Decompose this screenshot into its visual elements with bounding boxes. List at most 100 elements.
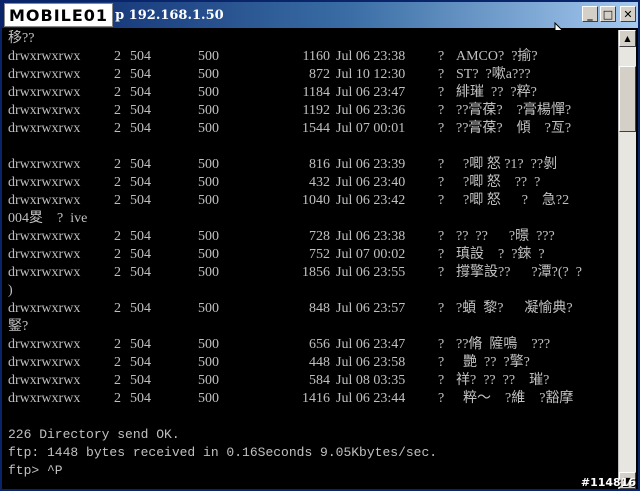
row-owner: 504 — [130, 391, 151, 406]
row-q: ? — [438, 229, 445, 244]
console-first-line: 移?? — [8, 31, 35, 46]
row-group: 500 — [198, 229, 219, 244]
row-perm: drwxrwxrwx — [8, 85, 81, 100]
row-perm: drwxrwxrwx — [8, 67, 81, 82]
row-size: 432 — [309, 175, 330, 190]
row-group: 500 — [198, 337, 219, 352]
row-name: ?唧 怒 ?1? ??剝 — [456, 157, 558, 172]
row-date: Jul 06 23:47 — [336, 337, 406, 352]
row-perm: drwxrwxrwx — [8, 337, 81, 352]
row-name: ?? ?? ?暻 ??? — [456, 229, 555, 244]
row-date: Jul 06 23:44 — [336, 391, 406, 406]
row-name: 祥? ?? ?? 璀? — [456, 373, 550, 388]
window-title: p 192.168.1.50 — [115, 7, 224, 23]
row-name: 瑱設 ? ?錸 ? — [456, 247, 545, 262]
row-size: 656 — [309, 337, 330, 352]
row-links: 2 — [114, 157, 121, 172]
row-owner: 504 — [130, 103, 151, 118]
directory-listing-row: drwxrwxrwx 2 504 500 1160 Jul 06 23:38? AMCO? … — [4, 48, 616, 66]
row-perm: drwxrwxrwx — [8, 175, 81, 190]
window-controls: _ □ ✕ — [582, 6, 636, 22]
row-owner: 504 — [130, 247, 151, 262]
row-name: ?唧 怒 ?? ? — [456, 175, 541, 190]
directory-listing-row: drwxrwxrwx 2 504 500 656 Jul 06 23:47? ??脩 隡鳴 … — [4, 336, 616, 354]
row-date: Jul 10 12:30 — [336, 67, 406, 82]
row-owner: 504 — [130, 67, 151, 82]
ftp-prompt[interactable]: ftp> ^P — [8, 462, 63, 480]
row-size: 848 — [309, 301, 330, 316]
row-links: 2 — [114, 355, 121, 370]
row-name: ??膏葆? 傾 ?亙? — [456, 121, 572, 136]
scroll-thumb[interactable] — [619, 66, 636, 132]
row-date: Jul 06 23:39 — [336, 157, 406, 172]
row-continuation: ) — [8, 283, 13, 298]
row-owner: 504 — [130, 175, 151, 190]
maximize-button[interactable]: □ — [600, 6, 616, 22]
row-owner: 504 — [130, 121, 151, 136]
row-group: 500 — [198, 355, 219, 370]
row-name: ST? ?嗽a??? — [456, 67, 531, 82]
row-q: ? — [438, 373, 445, 388]
minimize-button[interactable]: _ — [582, 6, 598, 22]
directory-listing-row: drwxrwxrwx 2 504 500 848 Jul 06 23:57? ?蝢 黎? 凝… — [4, 300, 616, 318]
directory-listing-row: drwxrwxrwx 2 504 500 1544 Jul 07 00:01? ??膏葆? … — [4, 120, 616, 138]
row-perm: drwxrwxrwx — [8, 247, 81, 262]
row-date: Jul 06 23:38 — [336, 49, 406, 64]
row-date: Jul 08 03:35 — [336, 373, 406, 388]
row-date: Jul 06 23:55 — [336, 265, 406, 280]
vertical-scrollbar[interactable]: ▲ ▼ — [618, 30, 636, 489]
row-group: 500 — [198, 175, 219, 190]
row-group: 500 — [198, 265, 219, 280]
watermark: #114816 — [580, 476, 636, 489]
row-group: 500 — [198, 247, 219, 262]
directory-listing-row: drwxrwxrwx 2 504 500 872 Jul 10 12:30? ST? ?嗽a… — [4, 66, 616, 84]
row-size: 1040 — [302, 193, 330, 208]
row-group: 500 — [198, 67, 219, 82]
row-size: 1160 — [302, 49, 330, 64]
title-bar[interactable]: MOBILE01 p 192.168.1.50 _ □ ✕ — [2, 2, 638, 28]
row-q: ? — [438, 193, 445, 208]
row-name: 艷 ?? ?擎? — [456, 355, 530, 370]
directory-listing-row: drwxrwxrwx 2 504 500 1192 Jul 06 23:36? ??膏葆? … — [4, 102, 616, 120]
row-perm: drwxrwxrwx — [8, 157, 81, 172]
row-group: 500 — [198, 49, 219, 64]
row-owner: 504 — [130, 373, 151, 388]
row-date: Jul 06 23:40 — [336, 175, 406, 190]
row-size: 1192 — [302, 103, 330, 118]
row-links: 2 — [114, 301, 121, 316]
row-group: 500 — [198, 85, 219, 100]
row-date: Jul 07 00:02 — [336, 247, 406, 262]
directory-listing-row: drwxrwxrwx 2 504 500 584 Jul 08 03:35? 祥? ?? ?… — [4, 372, 616, 390]
row-perm: drwxrwxrwx — [8, 391, 81, 406]
row-owner: 504 — [130, 265, 151, 280]
directory-listing-row: drwxrwxrwx 2 504 500 1184 Jul 06 23:47? 緋璀 ?? … — [4, 84, 616, 102]
row-links: 2 — [114, 121, 121, 136]
row-group: 500 — [198, 301, 219, 316]
row-group: 500 — [198, 157, 219, 172]
row-q: ? — [438, 391, 445, 406]
row-links: 2 — [114, 247, 121, 262]
row-owner: 504 — [130, 85, 151, 100]
row-q: ? — [438, 121, 445, 136]
row-size: 448 — [309, 355, 330, 370]
row-name: ?蝢 黎? 凝愉典? — [456, 301, 573, 316]
directory-listing-row: drwxrwxrwx 2 504 500 1856 Jul 06 23:55? 撐擎設?? … — [4, 264, 616, 282]
row-date: Jul 06 23:42 — [336, 193, 406, 208]
status-ok-line: 226 Directory send OK. — [8, 427, 180, 442]
row-size: 584 — [309, 373, 330, 388]
console-output[interactable]: 移?? drwxrwxrwx 2 504 500 1160 Jul 06 23:38? AM… — [4, 30, 618, 489]
row-size: 728 — [309, 229, 330, 244]
row-owner: 504 — [130, 301, 151, 316]
row-size: 1856 — [302, 265, 330, 280]
row-group: 500 — [198, 103, 219, 118]
close-button[interactable]: ✕ — [620, 6, 636, 22]
row-links: 2 — [114, 373, 121, 388]
directory-listing-row: drwxrwxrwx 2 504 500 1416 Jul 06 23:44? 粹～ ?維… — [4, 390, 616, 408]
row-date: Jul 06 23:57 — [336, 301, 406, 316]
row-group: 500 — [198, 121, 219, 136]
row-perm: drwxrwxrwx — [8, 229, 81, 244]
directory-listing-row: drwxrwxrwx 2 504 500 752 Jul 07 00:02? 瑱設 ? ?錸… — [4, 246, 616, 264]
directory-listing-row: drwxrwxrwx 2 504 500 728 Jul 06 23:38? ?? ?? ?… — [4, 228, 616, 246]
scroll-up-icon[interactable]: ▲ — [619, 30, 636, 47]
row-name: 緋璀 ?? ?粹? — [456, 85, 537, 100]
